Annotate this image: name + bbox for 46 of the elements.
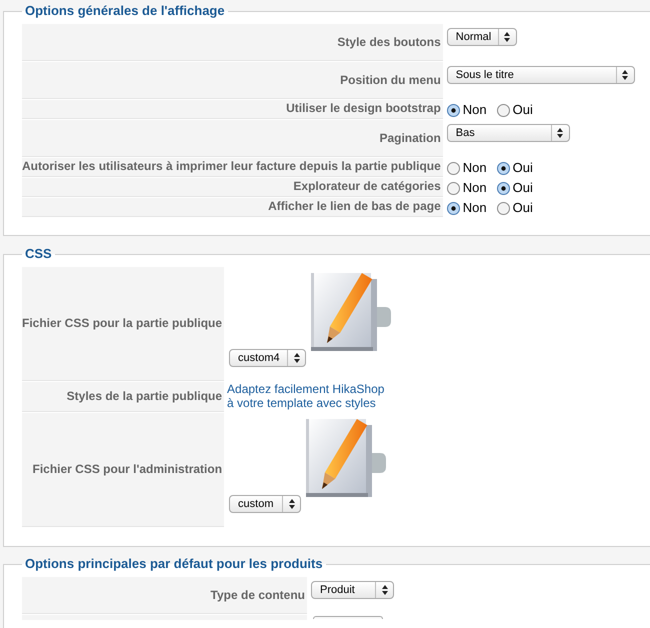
radio-button[interactable] [446,182,460,194]
select-arrows-icon [382,585,388,595]
dropdown[interactable] [313,616,383,619]
field-label: Autoriser les utilisateurs à imprimer leur facture depuis la partie publique [22,158,443,177]
field-label: Position du menu [22,62,443,99]
select-arrows-icon [288,499,295,509]
select-arrows-icon [294,353,300,363]
field-label: Utiliser le design bootstrap [22,100,443,119]
radio-label[interactable]: Oui [512,102,533,118]
field-label: Pagination [22,120,443,157]
dropdown[interactable]: custom [229,495,302,513]
radio-label[interactable]: Oui [512,180,533,196]
select-arrows-icon [504,32,510,42]
radio-label[interactable]: Non [462,180,487,196]
dropdown[interactable]: Produit [311,581,394,599]
field-label: Afficher le lien de bas de page [22,198,443,217]
radio-label[interactable]: Oui [512,160,533,176]
field-label: Styles de la partie publique [22,382,224,412]
section-title: Options principales par défaut pour les produits [24,556,324,572]
select-arrows-icon [557,128,564,138]
dropdown[interactable]: Sous le titre [446,66,635,84]
field-label: Fichier CSS pour la partie publique [22,267,224,381]
radio-button[interactable] [446,104,460,116]
radio-button[interactable] [446,162,460,174]
styles-link[interactable]: Adaptez facilement HikaShop à votre template avec styles [227,382,390,410]
field-label: Style des boutons [22,24,443,61]
radio-label[interactable]: Oui [512,200,533,216]
select-arrows-icon [622,70,628,80]
radio-button[interactable] [496,104,510,116]
radio-button[interactable] [496,202,510,214]
field-label: Explorateur de catégories [22,178,443,197]
section-title: Options générales de l'affichage [24,3,226,19]
pencil-paper-icon[interactable] [306,419,386,499]
radio-button[interactable] [496,182,510,194]
dropdown[interactable]: custom4 [229,349,306,367]
radio-button[interactable] [446,202,460,214]
dropdown[interactable]: Bas [446,124,570,142]
radio-label[interactable]: Non [462,200,487,216]
field-label: Type de contenu [22,577,307,614]
radio-button[interactable] [496,162,510,174]
dropdown[interactable]: Normal [446,28,517,46]
radio-label[interactable]: Non [462,160,487,176]
section-title: CSS [24,246,53,262]
pencil-paper-icon[interactable] [311,273,392,353]
radio-label[interactable]: Non [462,102,487,118]
field-label: Fichier CSS pour l'administration [22,413,224,527]
